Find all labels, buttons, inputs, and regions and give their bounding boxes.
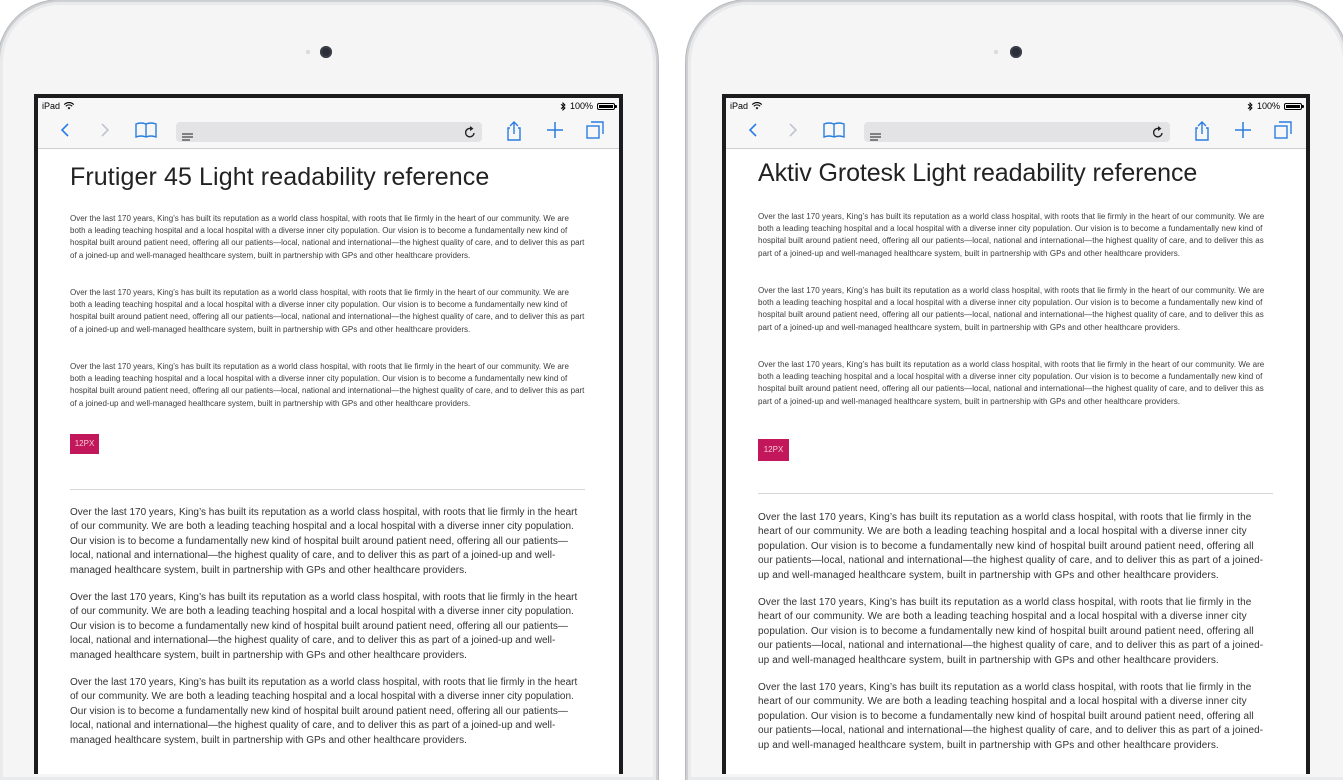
large-paragraph: Over the last 170 years, King’s has buil… bbox=[70, 677, 578, 746]
bluetooth-icon bbox=[1247, 101, 1253, 111]
battery-icon bbox=[1284, 102, 1304, 110]
small-paragraph: Over the last 170 years, King’s has buil… bbox=[70, 288, 585, 334]
reload-icon[interactable] bbox=[464, 125, 476, 144]
small-paragraph: Over the last 170 years, King’s has buil… bbox=[70, 362, 585, 408]
ipad-screen-right: iPad 100% Aktiv Grotesk Light readabilit… bbox=[722, 94, 1310, 774]
wifi-icon bbox=[64, 102, 75, 110]
page-title: Frutiger 45 Light readability reference bbox=[70, 163, 490, 191]
battery-percent: 100% bbox=[1256, 101, 1280, 111]
add-icon[interactable] bbox=[1233, 120, 1253, 140]
tabs-icon[interactable] bbox=[585, 120, 605, 140]
safari-toolbar bbox=[38, 116, 619, 144]
address-bar[interactable] bbox=[176, 122, 482, 142]
share-icon[interactable] bbox=[1192, 120, 1212, 141]
back-icon[interactable] bbox=[744, 120, 764, 140]
small-paragraph: Over the last 170 years, King’s has buil… bbox=[758, 360, 1265, 406]
reader-icon[interactable] bbox=[182, 128, 193, 146]
share-icon[interactable] bbox=[504, 120, 524, 141]
large-paragraph: Over the last 170 years, King’s has buil… bbox=[70, 592, 578, 661]
tabs-icon[interactable] bbox=[1273, 120, 1293, 140]
back-icon[interactable] bbox=[56, 120, 76, 140]
ipad-screen-left: iPad 100% Frutiger 45 Light readability … bbox=[34, 94, 623, 774]
small-paragraph: Over the last 170 years, King’s has buil… bbox=[70, 214, 585, 260]
size-badge: 12PX bbox=[70, 434, 99, 454]
device-label: iPad bbox=[42, 101, 61, 111]
camera-icon bbox=[320, 46, 332, 58]
status-bar: iPad 100% bbox=[730, 100, 1304, 114]
divider bbox=[70, 489, 585, 490]
large-paragraph: Over the last 170 years, King’s has buil… bbox=[758, 597, 1264, 666]
camera-sensor-dot bbox=[306, 50, 310, 54]
small-paragraph: Over the last 170 years, King’s has buil… bbox=[758, 212, 1265, 258]
large-paragraph: Over the last 170 years, King’s has buil… bbox=[70, 507, 578, 576]
divider bbox=[758, 493, 1273, 494]
bookmarks-icon[interactable] bbox=[822, 120, 846, 140]
battery-icon bbox=[597, 102, 617, 110]
bookmarks-icon[interactable] bbox=[134, 120, 158, 140]
page-title: Aktiv Grotesk Light readability referenc… bbox=[758, 159, 1198, 187]
browser-chrome: iPad 100% bbox=[726, 98, 1306, 149]
large-paragraph: Over the last 170 years, King’s has buil… bbox=[758, 682, 1264, 751]
safari-toolbar bbox=[726, 116, 1306, 144]
size-badge: 12PX bbox=[758, 439, 789, 461]
battery-percent: 100% bbox=[569, 101, 593, 111]
bluetooth-icon bbox=[560, 101, 566, 111]
browser-chrome: iPad 100% bbox=[38, 98, 619, 149]
forward-icon[interactable] bbox=[94, 120, 114, 140]
camera-sensor-dot bbox=[994, 50, 998, 54]
reader-icon[interactable] bbox=[870, 128, 881, 146]
wifi-icon bbox=[752, 102, 763, 110]
add-icon[interactable] bbox=[545, 120, 565, 140]
reload-icon[interactable] bbox=[1152, 125, 1164, 144]
address-bar[interactable] bbox=[864, 122, 1170, 142]
camera-icon bbox=[1010, 46, 1022, 58]
large-paragraph: Over the last 170 years, King’s has buil… bbox=[758, 512, 1264, 581]
status-bar: iPad 100% bbox=[42, 100, 617, 114]
device-label: iPad bbox=[730, 101, 749, 111]
forward-icon[interactable] bbox=[782, 120, 802, 140]
small-paragraph: Over the last 170 years, King’s has buil… bbox=[758, 286, 1265, 332]
